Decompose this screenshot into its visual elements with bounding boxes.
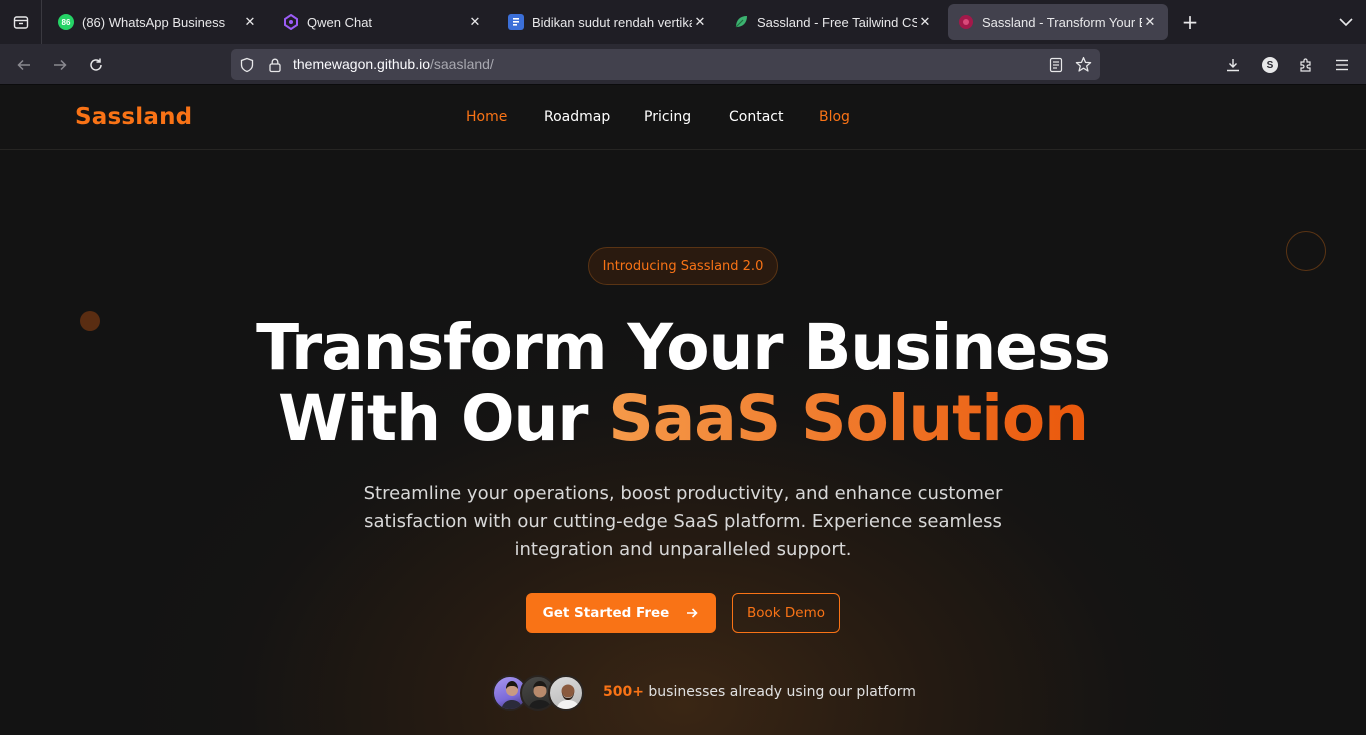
page-viewport: Sassland Home Roadmap Pricing Contact Bl… — [0, 85, 1366, 735]
tab-sassland-active[interactable]: Sassland - Transform Your Bu ✕ — [948, 4, 1168, 40]
tab-sassland-tailwind[interactable]: Sassland - Free Tailwind CSS ✕ — [723, 4, 943, 40]
hero-title-line-2: With Our SaaS Solution — [0, 383, 1366, 455]
whatsapp-icon: 86 — [58, 14, 74, 30]
arrow-right-icon — [54, 59, 67, 71]
lock-icon[interactable] — [267, 57, 283, 73]
leaf-icon — [733, 14, 749, 30]
tab-bidikan[interactable]: Bidikan sudut rendah vertika ✕ — [498, 4, 718, 40]
hero-title-plain: With Our — [277, 382, 609, 455]
chevron-down-icon — [1339, 18, 1353, 27]
social-proof-count: 500+ — [603, 684, 644, 700]
tab-title: Sassland - Transform Your Bu — [982, 14, 1142, 30]
hero-title-line-1: Transform Your Business — [256, 311, 1111, 384]
tab-title: Qwen Chat — [307, 14, 373, 30]
address-bar[interactable]: themewagon.github.io/saasland/ — [231, 49, 1100, 80]
tab-title: Sassland - Free Tailwind CSS — [757, 14, 917, 30]
book-demo-button[interactable]: Book Demo — [732, 593, 840, 633]
arrow-right-icon — [685, 606, 699, 620]
browser-tab-bar: 86 (86) WhatsApp Business ✕ Qwen Chat ✕ … — [0, 0, 1366, 44]
customer-avatars — [492, 675, 588, 711]
close-tab-icon[interactable]: ✕ — [1142, 14, 1158, 30]
hamburger-menu-icon — [1336, 59, 1348, 71]
get-started-label: Get Started Free — [542, 605, 670, 621]
site-header: Sassland Home Roadmap Pricing Contact Bl… — [0, 85, 1366, 150]
url-host: themewagon.github.io — [293, 56, 430, 72]
url-text[interactable]: themewagon.github.io/saasland/ — [293, 56, 494, 72]
avatar — [548, 675, 584, 711]
downloads-button[interactable] — [1220, 52, 1246, 78]
new-tab-button[interactable]: + — [1178, 10, 1202, 34]
tab-manager-icon — [13, 16, 28, 29]
sassland-icon — [958, 14, 974, 30]
reload-button[interactable] — [83, 52, 109, 78]
close-tab-icon[interactable]: ✕ — [692, 14, 708, 30]
social-proof-text: 500+ businesses already using our platfo… — [603, 684, 916, 700]
tab-list-button[interactable] — [0, 0, 42, 44]
hero-title-accent: SaaS Solution — [608, 382, 1089, 455]
get-started-button[interactable]: Get Started Free — [526, 593, 716, 633]
close-tab-icon[interactable]: ✕ — [917, 14, 933, 30]
nav-link-home[interactable]: Home — [466, 109, 507, 125]
tab-whatsapp[interactable]: 86 (86) WhatsApp Business ✕ — [48, 4, 268, 40]
nav-link-pricing[interactable]: Pricing — [644, 109, 691, 125]
reload-icon — [90, 58, 102, 71]
bookmark-star-icon[interactable] — [1075, 56, 1092, 73]
hero-subtitle: Streamline your operations, boost produc… — [363, 483, 1003, 560]
close-tab-icon[interactable]: ✕ — [467, 14, 483, 30]
shield-icon[interactable] — [239, 57, 255, 73]
list-all-tabs-button[interactable] — [1334, 10, 1358, 34]
nav-link-roadmap[interactable]: Roadmap — [544, 109, 610, 125]
nav-link-blog[interactable]: Blog — [819, 109, 850, 125]
app-menu-button[interactable] — [1329, 52, 1355, 78]
close-tab-icon[interactable]: ✕ — [242, 14, 258, 30]
browser-toolbar: themewagon.github.io/saasland/ S — [0, 44, 1366, 85]
extensions-button[interactable] — [1293, 52, 1319, 78]
account-button[interactable]: S — [1257, 52, 1283, 78]
back-button[interactable] — [11, 52, 37, 78]
tab-title: (86) WhatsApp Business — [82, 14, 226, 30]
puzzle-icon — [1300, 58, 1311, 72]
site-logo[interactable]: Sassland — [75, 104, 192, 130]
document-icon — [508, 14, 524, 30]
profile-avatar: S — [1262, 57, 1278, 73]
reader-view-icon[interactable] — [1048, 57, 1064, 73]
download-icon — [1227, 59, 1239, 72]
social-proof-label: businesses already using our platform — [643, 684, 916, 700]
announcement-badge: Introducing Sassland 2.0 — [588, 247, 778, 285]
tab-qwen[interactable]: Qwen Chat ✕ — [273, 4, 493, 40]
tab-title: Bidikan sudut rendah vertika — [532, 14, 692, 30]
forward-button[interactable] — [47, 52, 73, 78]
url-path: /saasland/ — [430, 56, 494, 72]
decorative-ring — [1286, 231, 1326, 271]
nav-link-contact[interactable]: Contact — [729, 109, 783, 125]
qwen-icon — [283, 14, 299, 30]
arrow-left-icon — [17, 59, 30, 71]
